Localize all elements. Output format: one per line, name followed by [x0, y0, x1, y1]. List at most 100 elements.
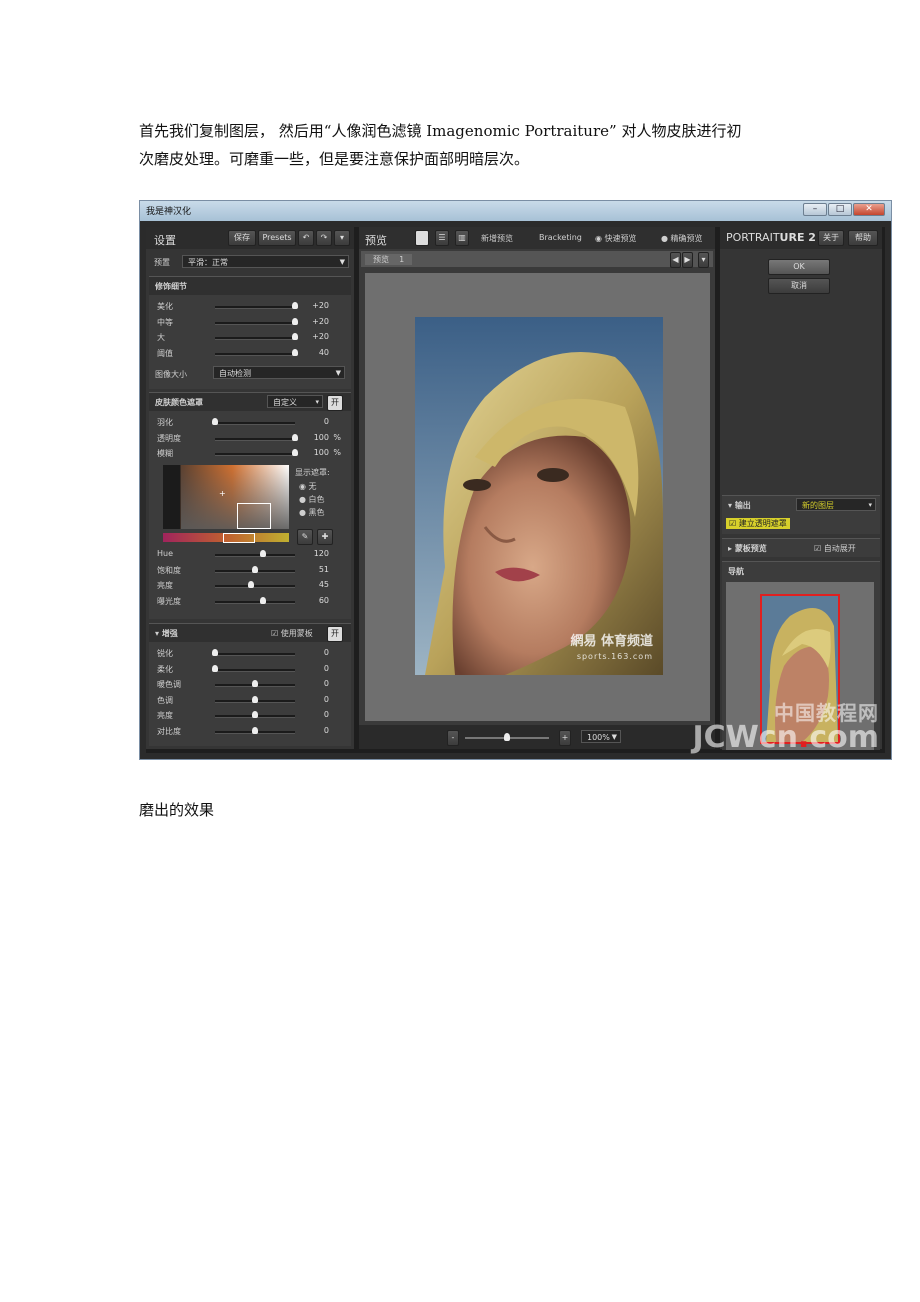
- save-button[interactable]: 保存: [228, 230, 256, 246]
- output-select[interactable]: 新的图层 ▾: [796, 498, 876, 511]
- slider-knob[interactable]: [260, 596, 266, 604]
- slider-row: 曝光度 60: [149, 594, 351, 608]
- hue-bar[interactable]: [163, 533, 289, 543]
- slider-label: 羽化: [157, 418, 173, 427]
- help-button[interactable]: 帮助: [848, 230, 878, 246]
- zoom-out-button[interactable]: -: [447, 730, 459, 746]
- chevron-down-icon: ▼: [339, 258, 345, 266]
- site-watermark-en-a: JCWcn: [692, 720, 798, 755]
- slider-knob[interactable]: [252, 726, 258, 734]
- preview-photo: 網易 体育频道 sports.163.com: [415, 317, 663, 675]
- use-mask-label: 使用蒙板: [280, 629, 313, 638]
- slider-knob[interactable]: [248, 581, 254, 588]
- slider-track[interactable]: [215, 453, 295, 456]
- maximize-button[interactable]: □: [828, 203, 852, 216]
- window-title: 我是神汉化: [146, 207, 192, 217]
- ok-button[interactable]: OK: [768, 259, 830, 275]
- mask-preview-label: 蒙板预览: [734, 544, 767, 553]
- preview-canvas[interactable]: 網易 体育频道 sports.163.com: [365, 273, 710, 721]
- slider-row: 亮度 0: [149, 708, 351, 722]
- slider-knob[interactable]: [252, 711, 258, 718]
- zoom-slider[interactable]: [465, 733, 549, 741]
- zoom-in-button[interactable]: +: [559, 730, 571, 746]
- mask-preview-section: ▸ 蒙板预览 ☑ 自动展开: [722, 538, 880, 557]
- slider-value: 0: [323, 417, 329, 426]
- mask-option-radio[interactable]: ● 黑色: [299, 507, 325, 518]
- crosshair-icon: +: [219, 489, 226, 498]
- slider-knob[interactable]: [212, 649, 218, 656]
- color-picker[interactable]: +: [163, 465, 289, 529]
- site-watermark-en: JCWcn.com: [693, 723, 879, 753]
- slider-row: 暖色调 0: [149, 677, 351, 691]
- slider-track[interactable]: [215, 422, 295, 425]
- logo-part-a: PORTRAIT: [726, 231, 780, 244]
- redo-icon[interactable]: ↷: [316, 230, 332, 246]
- slider-track[interactable]: [215, 321, 295, 325]
- slider-label: 透明度: [157, 433, 181, 443]
- undo-icon[interactable]: ↶: [298, 230, 314, 246]
- chevron-down-icon[interactable]: ▾: [334, 230, 350, 246]
- slider-label: 大: [157, 333, 165, 342]
- slider-label: 亮度: [157, 581, 173, 590]
- slider-track[interactable]: [215, 585, 295, 588]
- zoom-select[interactable]: 100% ▼: [581, 730, 621, 743]
- slider-value: +20: [312, 301, 329, 310]
- fast-preview-radio[interactable]: ◉ 快速预览: [595, 233, 637, 244]
- minimize-button[interactable]: –: [803, 203, 827, 216]
- tab-preview-label: 预览: [373, 255, 389, 264]
- image-size-select[interactable]: 自动检测 ▼: [213, 366, 345, 379]
- slider-knob[interactable]: [212, 664, 218, 672]
- slider-track[interactable]: [215, 306, 295, 309]
- slider-knob[interactable]: [260, 550, 266, 557]
- single-view-icon[interactable]: [415, 230, 429, 246]
- slider-knob[interactable]: [252, 680, 258, 687]
- skin-mask-toggle[interactable]: 开: [327, 395, 343, 411]
- detail-section: 修饰细节 美化 +20 中等 +20 大 +20 阈值 40 图像大小 自动检测 ▼: [149, 276, 351, 389]
- slider-unit: %: [333, 432, 341, 442]
- slider-track[interactable]: [215, 352, 295, 356]
- slider-knob[interactable]: [252, 565, 258, 573]
- navigator-title: 导航: [728, 567, 744, 576]
- eyedropper-plus-icon[interactable]: ✚: [317, 529, 333, 545]
- tab-preview-1[interactable]: 预览 1: [365, 254, 413, 265]
- slider-knob[interactable]: [212, 418, 218, 425]
- preset-select[interactable]: 平滑：正常 ▼: [182, 255, 349, 268]
- accurate-preview-radio[interactable]: ● 精确预览: [661, 233, 703, 244]
- split-horizontal-icon[interactable]: ☰: [435, 230, 449, 246]
- slider-knob[interactable]: [252, 695, 258, 703]
- about-button[interactable]: 关于: [818, 230, 844, 246]
- transparent-mask-checkbox[interactable]: ☑ 建立透明遮罩: [726, 518, 790, 529]
- slider-track[interactable]: [215, 600, 295, 604]
- tab-menu-icon[interactable]: ▾: [698, 252, 709, 268]
- result-caption: 磨出的效果: [139, 801, 215, 819]
- skin-mode-select[interactable]: 自定义 ▾: [267, 395, 323, 408]
- auto-open-checkbox[interactable]: ☑ 自动展开: [814, 543, 856, 554]
- split-vertical-icon[interactable]: ▥: [455, 230, 469, 246]
- right-panel: PORTRAITURE 2 关于 帮助 OK 取消 ▾ 输出 新的图层 ▾ ☑ …: [720, 227, 882, 750]
- prev-tab-icon[interactable]: ◀: [670, 252, 681, 268]
- close-button[interactable]: ✕: [853, 203, 885, 216]
- window-titlebar: 我是神汉化 – □ ✕: [140, 201, 891, 221]
- eyedropper-icon[interactable]: ✎: [297, 529, 313, 545]
- mask-option-radio[interactable]: ◉ 无: [299, 481, 317, 492]
- slider-track[interactable]: [215, 554, 295, 557]
- slider-value: 0: [323, 663, 329, 673]
- slider-track[interactable]: [215, 653, 295, 656]
- slider-value: 0: [323, 679, 329, 688]
- presets-button[interactable]: Presets: [258, 230, 296, 246]
- slider-row: 柔化 0: [149, 662, 351, 676]
- new-preview-button[interactable]: 新增预览: [481, 233, 513, 244]
- enhance-toggle[interactable]: 开: [327, 626, 343, 642]
- next-tab-icon[interactable]: ▶: [682, 252, 693, 268]
- slider-track[interactable]: [215, 668, 295, 672]
- output-section: ▾ 输出 新的图层 ▾ ☑ 建立透明遮罩: [722, 495, 880, 534]
- mask-option-radio[interactable]: ● 白色: [299, 494, 325, 505]
- cancel-button[interactable]: 取消: [768, 278, 830, 294]
- slider-track[interactable]: [215, 337, 295, 340]
- slider-track[interactable]: [215, 437, 295, 441]
- zoom-slider-knob[interactable]: [504, 733, 510, 741]
- use-mask-checkbox[interactable]: ☑ 使用蒙板: [271, 628, 313, 639]
- slider-row: 饱和度 51: [149, 563, 351, 577]
- mask-preview-toggle[interactable]: ▸ 蒙板预览: [728, 543, 767, 554]
- bracketing-button[interactable]: Bracketing: [539, 233, 582, 242]
